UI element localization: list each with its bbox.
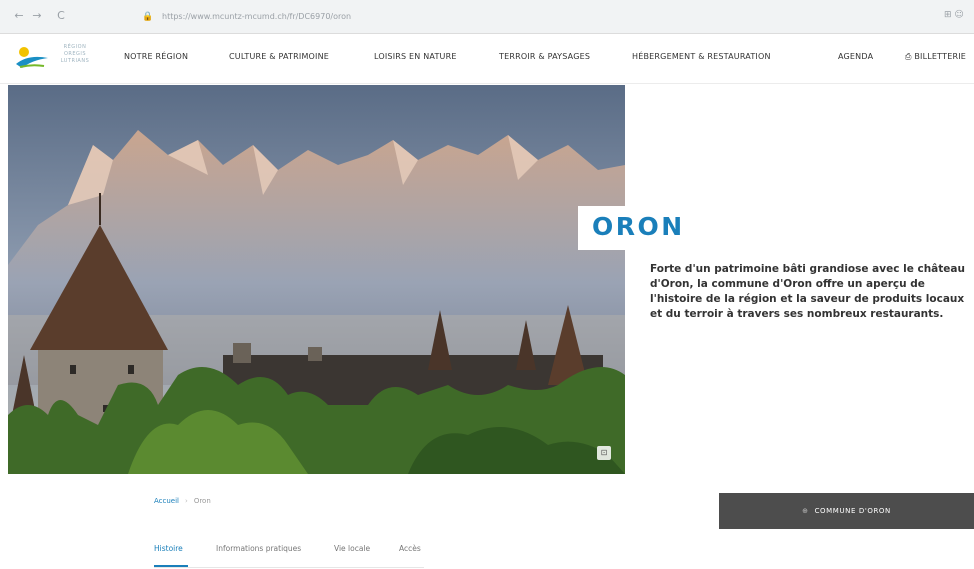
tab-acces[interactable]: Accès bbox=[399, 544, 421, 553]
content-tabs: Histoire Informations pratiques Vie loca… bbox=[154, 540, 424, 568]
globe-icon: ⊕ bbox=[802, 507, 809, 515]
breadcrumb-home[interactable]: Accueil bbox=[154, 497, 179, 505]
logo-mark-icon bbox=[16, 47, 48, 68]
forward-icon[interactable]: → bbox=[30, 9, 44, 23]
nav-terroir-paysages[interactable]: TERROIR & PAYSAGES bbox=[499, 52, 590, 61]
tab-informations-pratiques[interactable]: Informations pratiques bbox=[216, 544, 301, 553]
back-icon[interactable]: ← bbox=[12, 9, 26, 23]
tab-histoire[interactable]: Histoire bbox=[154, 544, 183, 553]
breadcrumb-separator: › bbox=[185, 497, 188, 505]
logo-text: RÉGION OREGIS LUTRIANS bbox=[60, 44, 90, 64]
active-tab-indicator bbox=[154, 565, 188, 567]
nav-billetterie[interactable]: ⎙ BILLETTERIE bbox=[905, 52, 966, 62]
commune-button-label: COMMUNE D'ORON bbox=[814, 507, 891, 515]
breadcrumb-current: Oron bbox=[193, 497, 211, 505]
url-text: https://www.mcuntz-mcumd.ch/fr/DC6970/or… bbox=[162, 12, 352, 21]
title-box: ORON bbox=[578, 206, 706, 250]
page-title: ORON bbox=[592, 212, 685, 241]
nav-culture-patrimoine[interactable]: CULTURE & PATRIMOINE bbox=[229, 52, 329, 61]
breadcrumb: Accueil › Oron bbox=[154, 497, 211, 505]
nav-agenda[interactable]: AGENDA bbox=[838, 52, 873, 61]
browser-toolbar: ← → C 🔒 https://www.mcuntz-mcumd.ch/fr/D… bbox=[0, 0, 974, 34]
nav-hebergement-restauration[interactable]: HÉBERGEMENT & RESTAURATION bbox=[632, 52, 771, 61]
site-logo[interactable]: RÉGION OREGIS LUTRIANS bbox=[14, 42, 104, 76]
lock-icon: 🔒 bbox=[142, 12, 154, 22]
nav-notre-region[interactable]: NOTRE RÉGION bbox=[124, 52, 188, 61]
nav-loisirs-nature[interactable]: LOISIRS EN NATURE bbox=[374, 52, 457, 61]
commune-oron-button[interactable]: ⊕ COMMUNE D'ORON bbox=[719, 493, 974, 529]
intro-text: Forte d'un patrimoine bâti grandiose ave… bbox=[650, 263, 965, 320]
hero-image bbox=[8, 85, 625, 474]
fullscreen-icon[interactable]: ⊡ bbox=[597, 446, 611, 460]
address-bar[interactable]: 🔒 https://www.mcuntz-mcumd.ch/fr/DC6970/… bbox=[134, 7, 954, 27]
tab-vie-locale[interactable]: Vie locale bbox=[334, 544, 370, 553]
browser-extension-icons[interactable]: ⊞ ☺ bbox=[944, 10, 964, 20]
reload-icon[interactable]: C bbox=[54, 9, 68, 23]
site-header: RÉGION OREGIS LUTRIANS NOTRE RÉGION CULT… bbox=[0, 34, 974, 84]
